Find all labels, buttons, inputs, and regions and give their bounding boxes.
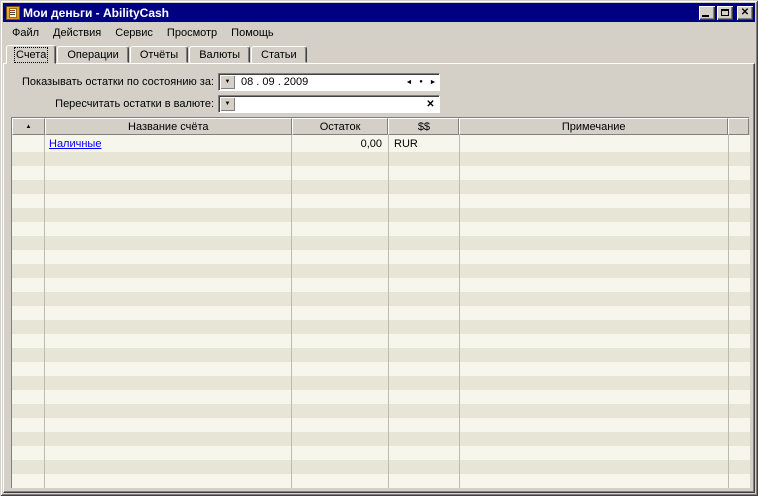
maximize-button[interactable] bbox=[717, 5, 733, 20]
tab-reports[interactable]: Отчёты bbox=[129, 46, 189, 63]
date-value[interactable]: 08 . 09 . 2009 bbox=[235, 76, 403, 88]
row-account-name-cell: Наличные bbox=[45, 135, 292, 152]
tab-operations[interactable]: Операции bbox=[57, 46, 129, 63]
menu-bar: Файл Действия Сервис Просмотр Помощь bbox=[3, 22, 755, 44]
menu-service[interactable]: Сервис bbox=[108, 24, 160, 42]
date-filter-row: Показывать остатки по состоянию за: ▼ 08… bbox=[12, 73, 754, 91]
table-header: ▲ Название счёта Остаток $$ Примечание bbox=[12, 118, 749, 135]
table-body: Наличные 0,00 RUR bbox=[12, 135, 750, 488]
tab-strip: Счета Операции Отчёты Валюты Статьи bbox=[3, 44, 755, 64]
currency-filter-row: Пересчитать остатки в валюте: ▼ ✕ bbox=[12, 95, 754, 113]
chevron-down-icon: ▼ bbox=[224, 101, 231, 107]
header-filler bbox=[728, 118, 749, 135]
row-balance-cell: 0,00 bbox=[360, 137, 382, 150]
row-currency-cell: RUR bbox=[394, 137, 418, 150]
tab-currencies[interactable]: Валюты bbox=[189, 46, 251, 63]
sort-asc-icon: ▲ bbox=[25, 123, 32, 130]
tab-accounts[interactable]: Счета bbox=[6, 45, 57, 64]
title-bar[interactable]: Мои деньги - AbilityCash ✕ bbox=[3, 3, 755, 22]
date-dropdown-button[interactable]: ▼ bbox=[220, 75, 235, 89]
close-icon: ✕ bbox=[740, 6, 750, 18]
app-icon bbox=[6, 5, 20, 20]
currency-dropdown-button[interactable]: ▼ bbox=[220, 97, 235, 111]
accounts-table: ▲ Название счёта Остаток $$ Примечание Н… bbox=[11, 117, 750, 488]
app-window: Мои деньги - AbilityCash ✕ Файл Действия… bbox=[0, 0, 758, 496]
menu-help[interactable]: Помощь bbox=[224, 24, 281, 42]
arrow-left-icon: ◄ bbox=[405, 78, 413, 86]
minimize-icon bbox=[702, 14, 709, 17]
row-sort-cell bbox=[12, 135, 45, 152]
clear-icon: ✕ bbox=[426, 98, 435, 110]
header-balance[interactable]: Остаток bbox=[291, 118, 389, 135]
table-row[interactable]: Наличные 0,00 RUR bbox=[12, 135, 750, 152]
date-field[interactable]: ▼ 08 . 09 . 2009 ◄ ● ► bbox=[218, 73, 440, 91]
date-filter-label: Показывать остатки по состоянию за: bbox=[21, 76, 214, 88]
date-today-button[interactable]: ● bbox=[415, 75, 427, 89]
empty-rows-stripes bbox=[12, 152, 750, 488]
currency-field[interactable]: ▼ ✕ bbox=[218, 95, 440, 113]
tab-categories[interactable]: Статьи bbox=[251, 46, 307, 63]
dot-icon: ● bbox=[419, 79, 423, 85]
header-account-name[interactable]: Название счёта bbox=[44, 118, 292, 135]
row-filler-cell bbox=[729, 135, 750, 152]
menu-view[interactable]: Просмотр bbox=[160, 24, 224, 42]
window-title: Мои деньги - AbilityCash bbox=[23, 6, 170, 20]
maximize-icon bbox=[721, 9, 729, 16]
arrow-right-icon: ► bbox=[429, 78, 437, 86]
date-prev-button[interactable]: ◄ bbox=[403, 75, 415, 89]
header-sort-column[interactable]: ▲ bbox=[12, 118, 45, 135]
header-currency[interactable]: $$ bbox=[388, 118, 460, 135]
chevron-down-icon: ▼ bbox=[224, 79, 231, 85]
menu-file[interactable]: Файл bbox=[5, 24, 46, 42]
close-button[interactable]: ✕ bbox=[737, 5, 753, 20]
account-link[interactable]: Наличные bbox=[49, 138, 101, 150]
accounts-tab-page: Показывать остатки по состоянию за: ▼ 08… bbox=[3, 63, 755, 493]
date-next-button[interactable]: ► bbox=[427, 75, 439, 89]
currency-filter-label: Пересчитать остатки в валюте: bbox=[55, 98, 214, 110]
minimize-button[interactable] bbox=[699, 5, 715, 20]
currency-clear-button[interactable]: ✕ bbox=[423, 97, 438, 111]
header-note[interactable]: Примечание bbox=[459, 118, 729, 135]
menu-actions[interactable]: Действия bbox=[46, 24, 108, 42]
row-note-cell bbox=[460, 135, 729, 152]
